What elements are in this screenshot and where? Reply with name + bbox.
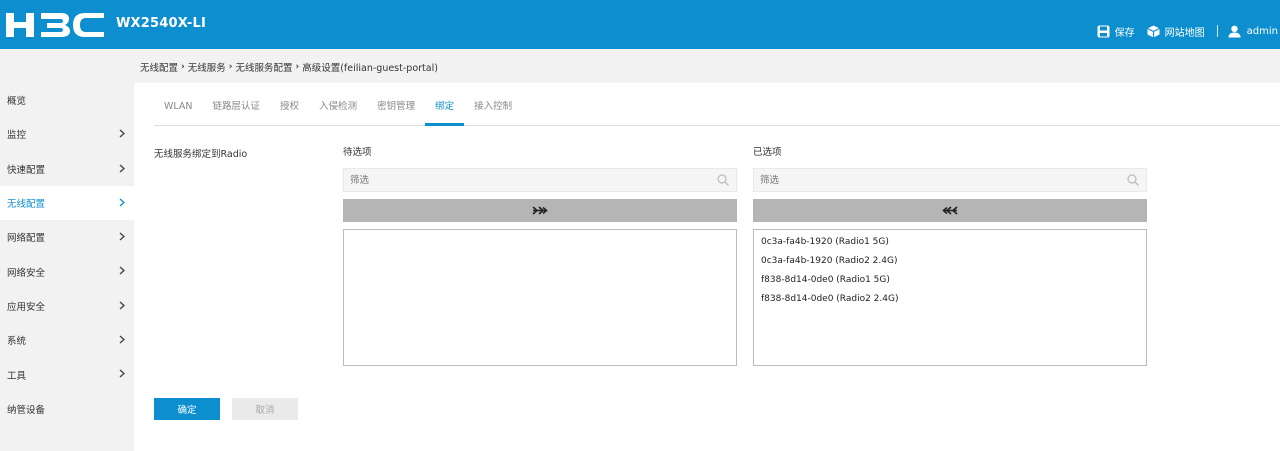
chevron-right-icon	[119, 198, 125, 207]
sidebar-item-label: 纳管设备	[7, 404, 46, 416]
sidebar-item-label: 无线配置	[7, 199, 46, 211]
move-left-icon	[942, 206, 958, 215]
breadcrumb-item[interactable]: 无线配置	[140, 60, 178, 74]
sidebar-item-label: 快速配置	[7, 164, 46, 176]
sitemap-label: 网站地图	[1164, 27, 1205, 39]
sidebar-item-overview[interactable]: 概览	[0, 83, 134, 117]
breadcrumb: 无线配置 › 无线服务 › 无线服务配置 › 高级设置(feilian-gues…	[140, 60, 438, 74]
divider	[1216, 25, 1218, 37]
tab-wlan[interactable]: WLAN	[154, 91, 203, 125]
selected-title: 已选项	[753, 147, 782, 158]
chevron-right-icon	[119, 301, 125, 310]
available-filter	[343, 168, 737, 192]
sidebar-item-network-security[interactable]: 网络安全	[0, 254, 134, 288]
save-button[interactable]: 保存	[1097, 24, 1135, 39]
top-bar: WX2540X-LI 保存 网站地图 admin	[0, 0, 1280, 49]
tab-key-management[interactable]: 密钥管理	[367, 91, 425, 125]
chevron-right-icon	[119, 266, 125, 276]
chevron-right-icon	[119, 369, 125, 378]
tab-bar: WLAN 链路层认证 授权 入侵检测 密钥管理 绑定 接入控制	[154, 91, 1280, 126]
sidebar-item-label: 应用安全	[7, 301, 46, 313]
list-item[interactable]: f838-8d14-0de0 (Radio1 5G)	[754, 271, 1146, 290]
chevron-right-icon: ›	[295, 62, 300, 72]
binding-field-label: 无线服务绑定到Radio	[154, 149, 248, 160]
sidebar-item-label: 监控	[7, 130, 27, 142]
chevron-right-icon	[119, 232, 125, 241]
sitemap-button[interactable]: 网站地图	[1146, 24, 1205, 39]
h3c-logo	[6, 13, 104, 37]
breadcrumb-bar: 无线配置 › 无线服务 › 无线服务配置 › 高级设置(feilian-gues…	[0, 49, 1280, 83]
sidebar-item-managed-devices[interactable]: 纳管设备	[0, 392, 134, 426]
move-right-button[interactable]	[343, 199, 737, 222]
tab-intrusion-detection[interactable]: 入侵检测	[309, 91, 367, 125]
list-item[interactable]: 0c3a-fa4b-1920 (Radio2 2.4G)	[754, 252, 1146, 271]
list-item[interactable]: f838-8d14-0de0 (Radio2 2.4G)	[754, 290, 1146, 309]
tab-link-auth[interactable]: 链路层认证	[203, 91, 271, 125]
chevron-right-icon	[119, 335, 125, 344]
cancel-button[interactable]: 取消	[232, 398, 298, 420]
available-panel: 待选项	[343, 144, 737, 366]
sidebar-item-tools[interactable]: 工具	[0, 357, 134, 391]
sidebar-item-label: 网络配置	[7, 233, 46, 245]
user-menu[interactable]: admin	[1228, 25, 1278, 38]
breadcrumb-current: 高级设置(feilian-guest-portal)	[302, 63, 438, 74]
chevron-right-icon: ›	[181, 62, 185, 72]
breadcrumb-item[interactable]: 无线服务	[188, 60, 226, 74]
selected-list[interactable]: 0c3a-fa4b-1920 (Radio1 5G) 0c3a-fa4b-192…	[753, 229, 1147, 366]
selected-filter-input[interactable]	[754, 169, 1146, 191]
breadcrumb-item[interactable]: 无线服务配置	[235, 60, 292, 74]
username: admin	[1246, 25, 1278, 37]
move-right-icon	[532, 206, 548, 215]
sidebar-item-label: 系统	[7, 336, 27, 348]
move-left-button[interactable]	[753, 199, 1147, 222]
search-icon	[1127, 174, 1139, 186]
sidebar-item-wireless-config[interactable]: 无线配置	[0, 185, 134, 221]
search-icon	[717, 174, 729, 186]
top-actions: 保存 网站地图 admin	[1097, 23, 1280, 39]
tab-access-control[interactable]: 接入控制	[464, 91, 522, 125]
save-label: 保存	[1114, 27, 1135, 39]
available-list[interactable]	[343, 229, 737, 366]
available-title: 待选项	[343, 147, 372, 158]
user-icon	[1228, 25, 1241, 37]
tab-authorization[interactable]: 授权	[270, 91, 309, 125]
sidebar-item-label: 网络安全	[7, 267, 46, 279]
tab-binding[interactable]: 绑定	[425, 91, 465, 126]
selected-filter	[753, 168, 1147, 192]
device-model: WX2540X-LI	[116, 16, 207, 31]
sidebar: 概览 监控 快速配置 无线配置 网络配置 网络安全 应用安全 系统 工具 纳管设…	[0, 83, 134, 451]
confirm-button[interactable]: 确定	[154, 398, 220, 420]
chevron-right-icon: ›	[228, 62, 233, 72]
sidebar-item-label: 工具	[7, 370, 27, 382]
sitemap-icon	[1146, 25, 1160, 37]
sidebar-item-network-config[interactable]: 网络配置	[0, 220, 134, 254]
save-icon	[1097, 25, 1110, 37]
list-item[interactable]: 0c3a-fa4b-1920 (Radio1 5G)	[754, 233, 1146, 252]
selected-panel: 已选项 0c3a-fa4b-1920 (Radio1 5G) 0c3a-fa4b…	[753, 144, 1147, 366]
sidebar-item-app-security[interactable]: 应用安全	[0, 289, 134, 323]
chevron-right-icon	[119, 129, 125, 138]
sidebar-item-quick-config[interactable]: 快速配置	[0, 152, 134, 186]
sidebar-item-label: 概览	[7, 96, 27, 108]
sidebar-item-monitor[interactable]: 监控	[0, 117, 134, 151]
available-filter-input[interactable]	[344, 169, 736, 191]
chevron-right-icon	[119, 164, 125, 173]
sidebar-item-system[interactable]: 系统	[0, 323, 134, 357]
